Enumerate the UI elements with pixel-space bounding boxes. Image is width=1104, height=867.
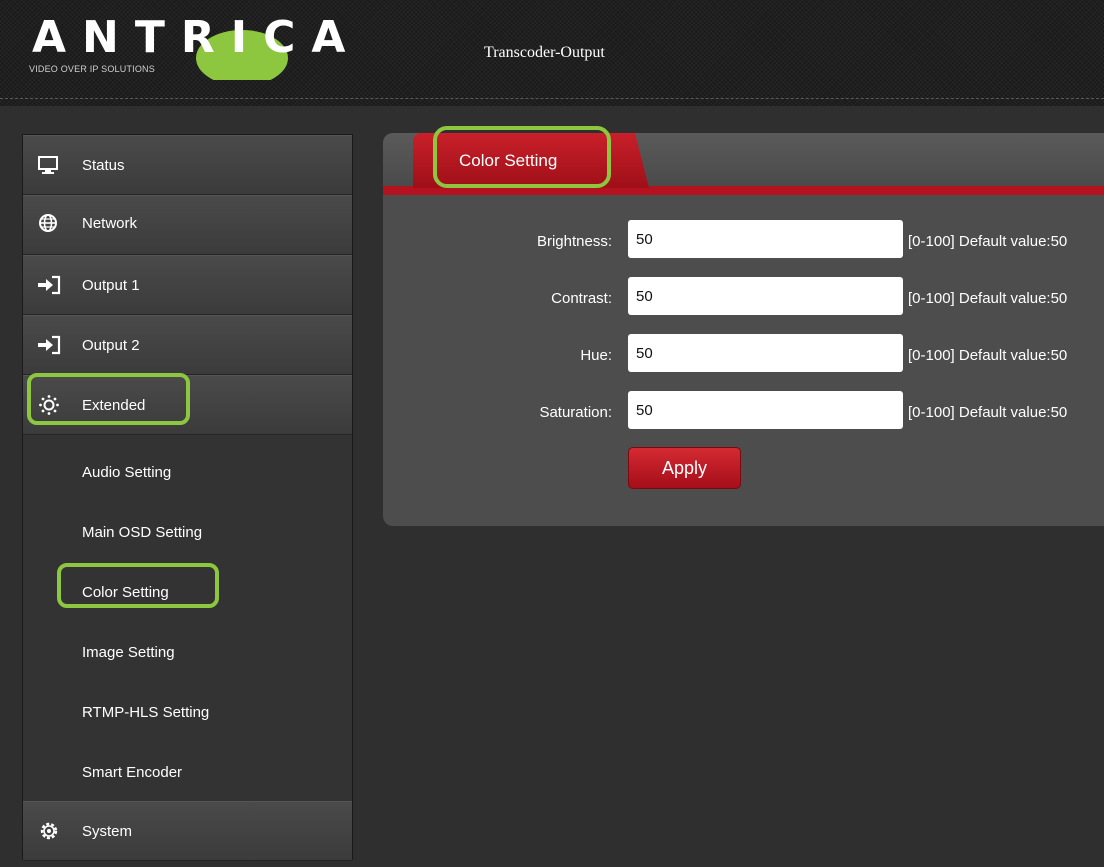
apply-button[interactable]: Apply <box>628 447 741 489</box>
contrast-hint: [0-100] Default value:50 <box>908 290 1068 307</box>
sidebar-item-label: Output 1 <box>82 277 140 294</box>
sidebar-item-label: Status <box>82 157 125 174</box>
brightness-input[interactable] <box>628 220 903 258</box>
saturation-label: Saturation: <box>539 404 612 421</box>
sidebar-item-label: System <box>82 823 133 840</box>
submenu-item-label: Image Setting <box>82 644 175 661</box>
sidebar-item-output-2[interactable]: Output 2 <box>23 315 352 375</box>
hue-label: Hue: <box>580 347 612 364</box>
brightness-label: Brightness: <box>536 233 612 250</box>
sidebar-item-system[interactable]: System <box>23 801 352 861</box>
submenu-item-label: Audio Setting <box>82 464 172 481</box>
hue-hint: [0-100] Default value:50 <box>908 347 1068 364</box>
sign-in-icon <box>38 275 61 295</box>
submenu-item-label: Smart Encoder <box>82 764 183 781</box>
tab-highlight-outline <box>433 126 611 188</box>
saturation-hint: [0-100] Default value:50 <box>908 404 1068 421</box>
monitor-icon <box>38 156 58 174</box>
extended-highlight-outline <box>27 373 190 425</box>
saturation-input[interactable] <box>628 391 903 429</box>
sign-in-icon <box>38 335 61 355</box>
sidebar-item-label: Network <box>82 215 138 232</box>
submenu-item-rtmp-hls-setting[interactable]: RTMP-HLS Setting <box>23 683 352 743</box>
page-title: Transcoder-Output <box>484 44 605 61</box>
logo-text: ANTRICA <box>32 12 362 63</box>
header-divider <box>0 98 1104 99</box>
submenu-item-audio-setting[interactable]: Audio Setting <box>23 443 352 503</box>
color-setting-highlight-outline <box>57 563 219 608</box>
sidebar-item-network[interactable]: Network <box>23 195 352 255</box>
globe-icon <box>39 214 57 232</box>
submenu-item-smart-encoder[interactable]: Smart Encoder <box>23 743 352 803</box>
sidebar-item-status[interactable]: Status <box>23 135 352 195</box>
submenu-item-image-setting[interactable]: Image Setting <box>23 623 352 683</box>
cog-icon <box>40 822 58 840</box>
submenu-item-main-osd-setting[interactable]: Main OSD Setting <box>23 503 352 563</box>
contrast-input[interactable] <box>628 277 903 315</box>
contrast-label: Contrast: <box>551 290 612 307</box>
sidebar-item-label: Output 2 <box>82 337 140 354</box>
header-bar: ANTRICA VIDEO OVER IP SOLUTIONS Transcod… <box>0 0 1104 106</box>
brightness-hint: [0-100] Default value:50 <box>908 233 1068 250</box>
logo-tagline: VIDEO OVER IP SOLUTIONS <box>29 64 155 74</box>
logo: ANTRICA VIDEO OVER IP SOLUTIONS <box>20 6 346 80</box>
sidebar: Status Network Output 1 Output 2 Extende… <box>22 134 353 861</box>
sidebar-item-output-1[interactable]: Output 1 <box>23 255 352 315</box>
hue-input[interactable] <box>628 334 903 372</box>
submenu-item-label: Main OSD Setting <box>82 524 203 541</box>
submenu-item-label: RTMP-HLS Setting <box>82 704 210 721</box>
